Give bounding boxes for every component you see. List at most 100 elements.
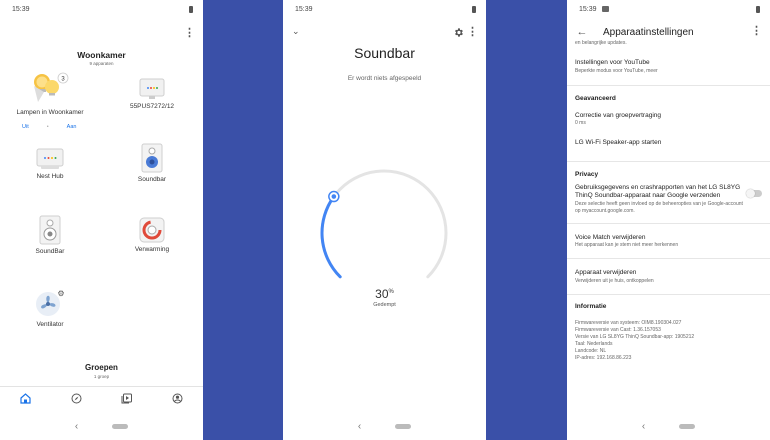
setting-subtitle: Verwijderen uit je huis, ontkoppelen xyxy=(575,277,654,284)
image-notification-icon xyxy=(601,6,609,12)
device-soundbar-2-name: SoundBar xyxy=(35,248,65,255)
device-soundbar[interactable]: Soundbar xyxy=(107,143,197,183)
setting-voice-match[interactable]: Voice Match verwijderen Het apparaat kan… xyxy=(567,234,770,250)
lamps-on-button[interactable]: Aan xyxy=(67,124,77,130)
home-icon xyxy=(20,393,31,404)
setting-title: LG Wi-Fi Speaker-app starten xyxy=(575,139,662,146)
control-separator: • xyxy=(46,124,49,130)
tv-icon xyxy=(139,78,165,100)
system-nav-bar: ‹ xyxy=(283,412,486,440)
clipped-text: en belangrijke updates. xyxy=(575,40,627,46)
device-soundbar-2[interactable]: SoundBar xyxy=(5,215,95,255)
more-menu-icon[interactable]: ⋮ xyxy=(184,28,195,39)
setting-subtitle: Het apparaat kan je stem niet meer herke… xyxy=(575,242,679,248)
home-screen: 15:39 ⋮ Woonkamer 9 apparaten 3 Lampen i… xyxy=(0,0,203,440)
setting-title: Correctie van groepvertraging xyxy=(575,111,661,119)
setting-usage-data[interactable]: Gebruiksgegevens en crashrapporten van h… xyxy=(567,184,770,215)
setting-lg-app[interactable]: LG Wi-Fi Speaker-app starten xyxy=(567,139,770,148)
setting-title: Gebruiksgegevens en crashrapporten van h… xyxy=(575,183,741,200)
settings-gear-icon[interactable] xyxy=(453,25,464,43)
status-time: 15:39 xyxy=(579,5,597,13)
nav-back-icon[interactable]: ‹ xyxy=(642,421,645,432)
battery-icon xyxy=(189,5,193,13)
more-menu-icon[interactable]: ⋮ xyxy=(751,26,762,37)
setting-group-delay[interactable]: Correctie van groepvertraging 0 ms xyxy=(567,112,770,128)
volume-track xyxy=(320,169,448,279)
status-time: 15:39 xyxy=(295,5,313,13)
collapse-chevron-icon[interactable]: ⌄ xyxy=(292,26,300,37)
info-line: IP-adres: 192.168.86.223 xyxy=(575,354,632,361)
svg-text:⚙: ⚙ xyxy=(57,289,64,298)
volume-level-arc xyxy=(320,195,342,279)
setting-subtitle: Beperkte modus voor YouTube, meer xyxy=(575,67,658,74)
compass-icon xyxy=(71,393,82,404)
divider xyxy=(567,293,770,295)
device-tv[interactable]: 55PUS7272/12 xyxy=(107,78,197,110)
volume-value: 30% xyxy=(283,287,486,301)
nav-home-pill[interactable] xyxy=(112,423,129,429)
info-line: Firmwareversie van systeem: OIM8.190304.… xyxy=(575,319,682,326)
tab-home[interactable] xyxy=(19,393,31,405)
battery-icon xyxy=(472,5,476,13)
system-nav-bar: ‹ xyxy=(0,412,203,440)
status-time: 15:39 xyxy=(12,5,30,13)
nav-back-icon[interactable]: ‹ xyxy=(358,421,361,432)
section-info: Informatie xyxy=(575,302,607,310)
device-lamps[interactable]: 3 Lampen in Woonkamer xyxy=(5,72,95,116)
info-line: Firmwareversie van Cast: 1.36.157053 xyxy=(575,326,661,333)
groups-title: Groepen xyxy=(85,363,118,372)
status-bar: 15:39 xyxy=(0,0,203,18)
more-menu-icon[interactable]: ⋮ xyxy=(467,27,478,38)
divider xyxy=(567,84,770,86)
volume-state: Gedempt xyxy=(373,302,396,308)
section-privacy: Privacy xyxy=(575,170,599,178)
setting-subtitle: Deze selectie heeft geen invloed op de b… xyxy=(575,200,743,214)
device-count: 9 apparaten xyxy=(89,61,114,66)
setting-remove-device[interactable]: Apparaat verwijderen Verwijderen uit je … xyxy=(567,269,770,285)
account-icon xyxy=(172,393,183,404)
volume-number: 30 xyxy=(375,287,389,301)
status-bar: 15:39 xyxy=(283,0,486,18)
nav-home-pill[interactable] xyxy=(395,423,412,429)
info-line: Taal: Nederlands xyxy=(575,340,613,347)
volume-unit: % xyxy=(388,289,394,295)
device-heating[interactable]: Verwarming xyxy=(107,217,197,253)
speaker-icon xyxy=(39,215,61,245)
soundbar-screen: 15:39 ⌄ ⋮ Soundbar Er wordt niets afgesp… xyxy=(283,0,486,440)
firmware-info: Firmwareversie van systeem: OIM8.190304.… xyxy=(567,320,770,362)
usage-data-toggle[interactable] xyxy=(746,188,762,198)
divider xyxy=(567,258,770,259)
settings-list: en belangrijke updates. Instellingen voo… xyxy=(567,38,770,362)
setting-title: Voice Match verwijderen xyxy=(575,233,646,241)
playback-status: Er wordt niets afgespeeld xyxy=(347,75,422,82)
device-fan[interactable]: ⚙ Ventilator xyxy=(5,288,95,328)
info-line: Versie van LG SL8YG ThinQ Soundbar-app: … xyxy=(575,333,695,340)
tab-media[interactable] xyxy=(121,393,133,405)
fan-icon: ⚙ xyxy=(34,288,66,318)
device-soundbar-name: Soundbar xyxy=(137,176,167,183)
device-heating-name: Verwarming xyxy=(134,246,170,253)
nest-hub-icon xyxy=(36,148,64,170)
thermostat-icon xyxy=(139,217,165,243)
volume-dial[interactable] xyxy=(309,158,459,308)
device-nest-hub-name: Nest Hub xyxy=(36,173,64,180)
lamp-controls: Uit • Aan xyxy=(22,124,76,130)
nav-back-icon[interactable]: ‹ xyxy=(75,421,78,432)
device-title: Soundbar xyxy=(354,45,415,61)
device-tv-name: 55PUS7272/12 xyxy=(129,103,175,110)
lamps-off-button[interactable]: Uit xyxy=(22,124,29,130)
device-fan-name: Ventilator xyxy=(36,321,64,328)
nav-home-pill[interactable] xyxy=(679,423,696,429)
media-icon xyxy=(121,393,133,404)
page-title: Apparaatinstellingen xyxy=(603,26,694,38)
back-arrow-icon[interactable]: ← xyxy=(575,26,589,38)
setting-subtitle: 0 ms xyxy=(575,120,586,126)
info-line: Landcode: NL xyxy=(575,347,607,354)
device-nest-hub[interactable]: Nest Hub xyxy=(5,148,95,180)
setting-youtube[interactable]: Instellingen voor YouTube Beperkte modus… xyxy=(567,59,770,75)
device-settings-screen: 15:39 ← Apparaatinstellingen ⋮ en belang… xyxy=(567,0,770,440)
volume-knob-center xyxy=(331,194,337,199)
tab-account[interactable] xyxy=(172,393,184,405)
tab-discover[interactable] xyxy=(70,393,82,405)
section-advanced: Geavanceerd xyxy=(575,94,616,102)
